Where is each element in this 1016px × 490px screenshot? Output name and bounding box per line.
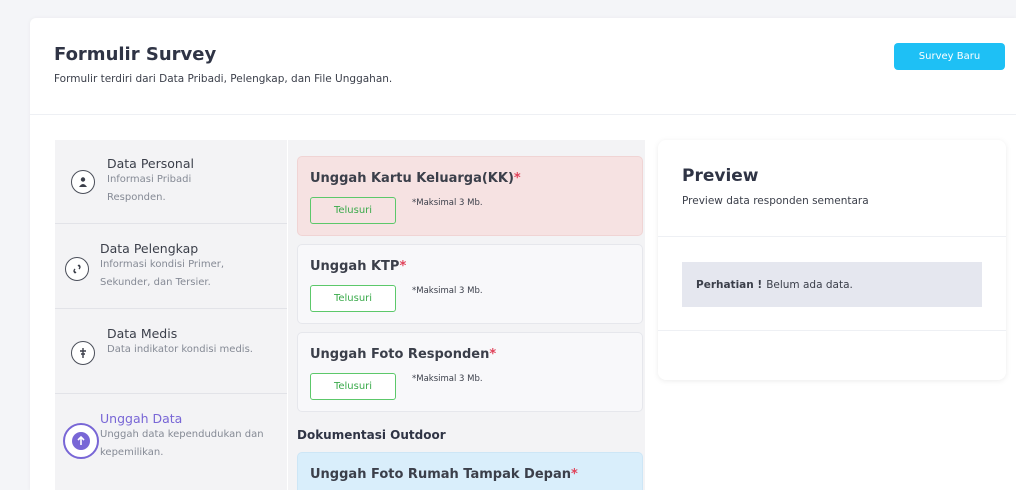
alert-label: Perhatian ! (696, 278, 763, 291)
preview-panel: Preview Preview data responden sementara… (658, 140, 1006, 380)
upload-title: Unggah KTP* (310, 259, 407, 274)
step-title: Unggah Data (100, 411, 183, 426)
required-mark: * (399, 259, 407, 274)
size-hint: *Maksimal 3 Mb. (412, 374, 483, 384)
section-dokumentasi-outdoor: Dokumentasi Outdoor (297, 428, 446, 442)
preview-title: Preview (682, 166, 759, 186)
upload-column: Unggah Kartu Keluarga(KK)* Telusuri *Mak… (288, 140, 645, 490)
alert-text: Belum ada data. (766, 278, 853, 291)
step-data-medis[interactable]: Data Medis Data indikator kondisi medis. (55, 310, 287, 394)
step-title: Data Medis (107, 326, 178, 341)
upload-ktp-card: Unggah KTP* Telusuri *Maksimal 3 Mb. (297, 244, 643, 324)
upload-title: Unggah Foto Responden* (310, 347, 497, 362)
medical-icon (71, 341, 95, 365)
required-mark: * (489, 347, 497, 362)
upload-title: Unggah Foto Rumah Tampak Depan* (310, 467, 578, 482)
size-hint: *Maksimal 3 Mb. (412, 198, 483, 208)
link-icon (65, 257, 89, 281)
upload-icon (63, 423, 99, 459)
survey-form-card: Formulir Survey Formulir terdiri dari Da… (30, 18, 1016, 490)
step-title: Data Personal (107, 156, 194, 171)
step-sidebar: Data Personal Informasi Pribadi Responde… (55, 140, 287, 490)
step-unggah-data[interactable]: Unggah Data Unggah data kependudukan dan… (55, 395, 287, 479)
step-desc: Data indikator kondisi medis. (107, 344, 253, 355)
preview-alert: Perhatian ! Belum ada data. (682, 262, 982, 307)
required-mark: * (571, 467, 578, 482)
browse-foto-responden-button[interactable]: Telusuri (310, 373, 396, 400)
upload-foto-responden-card: Unggah Foto Responden* Telusuri *Maksima… (297, 332, 643, 412)
browse-ktp-button[interactable]: Telusuri (310, 285, 396, 312)
page-subtitle: Formulir terdiri dari Data Pribadi, Pele… (54, 73, 393, 85)
step-data-pelengkap[interactable]: Data Pelengkap Informasi kondisi Primer,… (55, 225, 287, 309)
header-divider (30, 114, 1016, 115)
step-desc: Informasi Pribadi Responden. (107, 174, 192, 203)
preview-divider (658, 236, 1006, 237)
browse-kk-button[interactable]: Telusuri (310, 197, 396, 224)
preview-divider (658, 330, 1006, 331)
step-title: Data Pelengkap (100, 241, 199, 256)
upload-title: Unggah Kartu Keluarga(KK)* (310, 171, 521, 186)
upload-rumah-depan-card: Unggah Foto Rumah Tampak Depan* (297, 452, 643, 490)
step-desc: Informasi kondisi Primer, Sekunder, dan … (100, 259, 225, 288)
upload-kk-card: Unggah Kartu Keluarga(KK)* Telusuri *Mak… (297, 156, 643, 236)
step-data-personal[interactable]: Data Personal Informasi Pribadi Responde… (55, 140, 287, 224)
required-mark: * (513, 171, 521, 186)
page-title: Formulir Survey (54, 44, 217, 65)
step-desc: Unggah data kependudukan dan kepemilikan… (100, 429, 264, 458)
size-hint: *Maksimal 3 Mb. (412, 286, 483, 296)
new-survey-button[interactable]: Survey Baru (894, 43, 1005, 70)
preview-subtitle: Preview data responden sementara (682, 195, 869, 207)
person-icon (71, 170, 95, 194)
